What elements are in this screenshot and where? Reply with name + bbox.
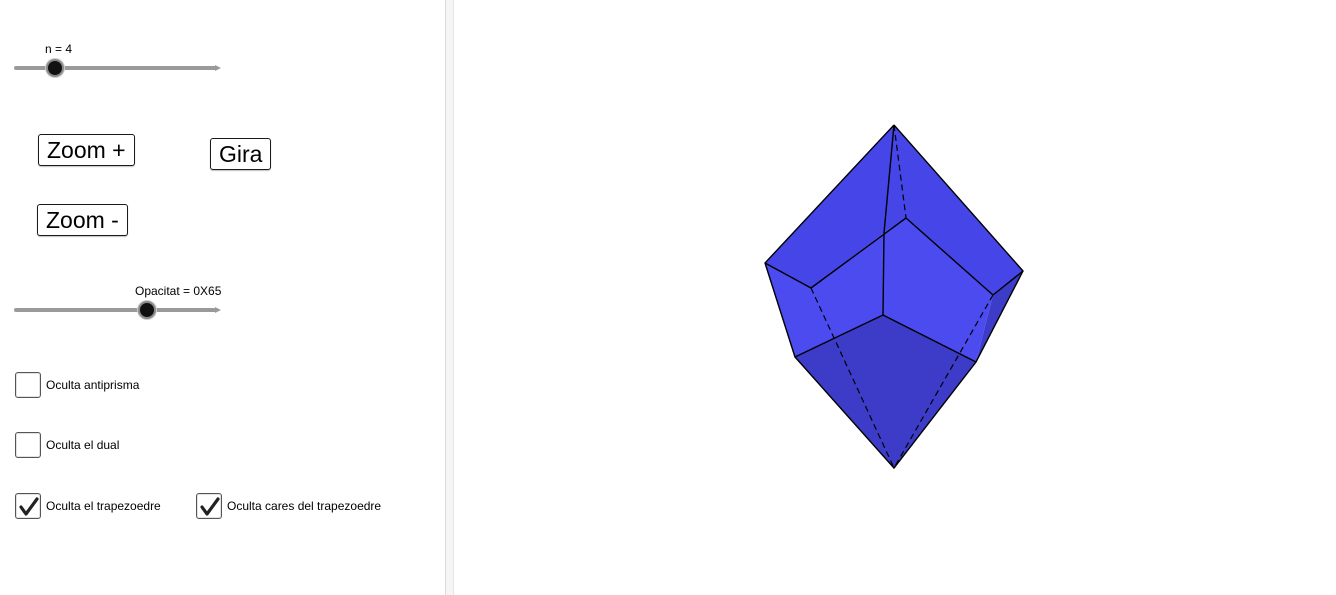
- opacity-slider[interactable]: [14, 300, 221, 320]
- n-slider-track[interactable]: [14, 65, 221, 71]
- antiprism-dual-polyhedron[interactable]: [454, 0, 1336, 595]
- hide-antiprism-label[interactable]: Oculta antiprisma: [46, 378, 139, 392]
- opacity-slider-track[interactable]: [14, 307, 221, 313]
- hide-antiprism-checkbox[interactable]: [15, 372, 41, 398]
- n-slider-label: n = 4: [45, 42, 73, 56]
- zoom-in-button[interactable]: Zoom +: [38, 134, 135, 166]
- hide-dual-checkbox[interactable]: [15, 432, 41, 458]
- geogebra-applet: n = 4 Zoom + Gira Zoom - Opacitat = 0X65…: [0, 0, 1336, 595]
- hide-trapezohedron-faces-checkbox[interactable]: [196, 493, 222, 519]
- opacity-slider-thumb[interactable]: [137, 301, 156, 319]
- hide-trapezohedron-faces-label[interactable]: Oculta cares del trapezoedre: [227, 499, 381, 513]
- graphics-3d-view[interactable]: [454, 0, 1336, 595]
- hide-trapezohedron-checkbox[interactable]: [15, 493, 41, 519]
- n-slider[interactable]: [14, 58, 221, 78]
- rotate-button[interactable]: Gira: [210, 138, 272, 170]
- controls-panel: n = 4 Zoom + Gira Zoom - Opacitat = 0X65…: [0, 0, 445, 595]
- hide-dual-label[interactable]: Oculta el dual: [46, 438, 119, 452]
- hide-trapezohedron-label[interactable]: Oculta el trapezoedre: [46, 499, 161, 513]
- zoom-out-button[interactable]: Zoom -: [37, 204, 128, 236]
- opacity-slider-label: Opacitat = 0X65: [135, 284, 222, 298]
- n-slider-thumb[interactable]: [45, 59, 64, 77]
- panel-divider[interactable]: [445, 0, 454, 595]
- checkmark-icon: [19, 497, 39, 516]
- checkmark-icon: [200, 497, 220, 516]
